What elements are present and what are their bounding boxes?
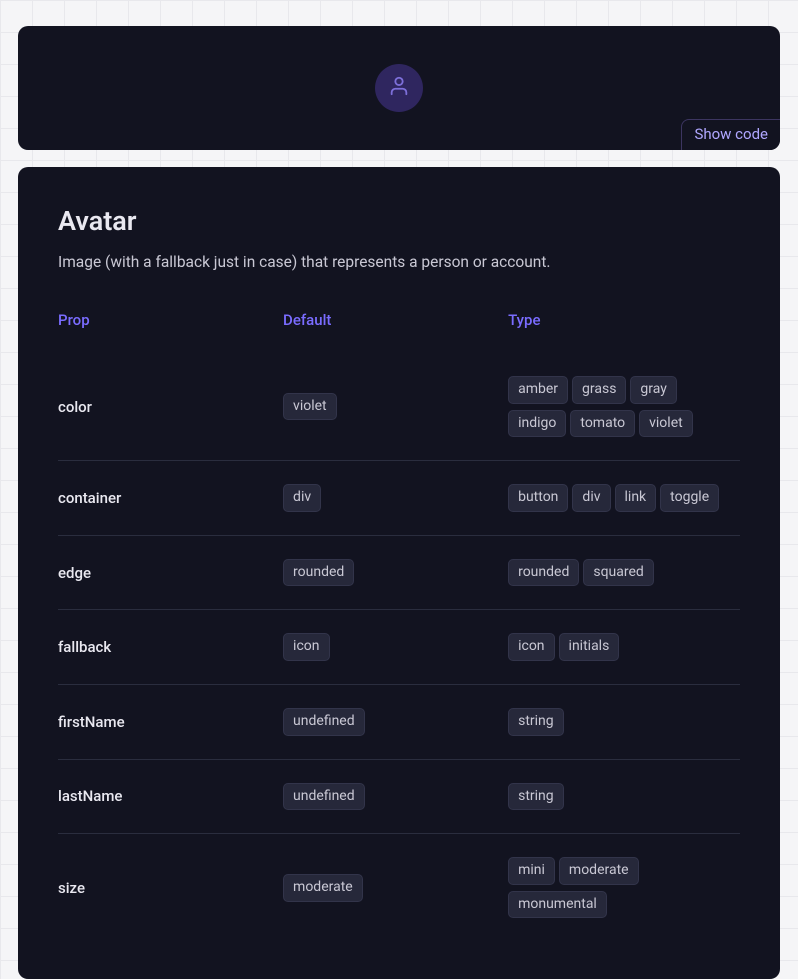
prop-name-cell: container bbox=[58, 461, 283, 536]
type-pill: rounded bbox=[508, 559, 579, 587]
type-pill: amber bbox=[508, 376, 568, 404]
header-type: Type bbox=[508, 307, 740, 353]
type-pill: icon bbox=[508, 633, 554, 661]
type-pill: indigo bbox=[508, 410, 566, 438]
default-pill: undefined bbox=[283, 708, 365, 736]
table-row: firstNameundefined string bbox=[58, 684, 740, 759]
table-row: edgeroundedroundedsquared bbox=[58, 535, 740, 610]
avatar-demo-panel: Show code bbox=[18, 26, 780, 150]
type-pill: squared bbox=[583, 559, 653, 587]
table-row: fallbackiconiconinitials bbox=[58, 610, 740, 685]
type-pill: string bbox=[508, 708, 564, 736]
header-default: Default bbox=[283, 307, 508, 353]
default-pill: violet bbox=[283, 393, 337, 421]
type-pill: tomato bbox=[570, 410, 635, 438]
prop-name-cell: edge bbox=[58, 535, 283, 610]
type-pill: violet bbox=[639, 410, 693, 438]
prop-type-cell: iconinitials bbox=[508, 610, 740, 685]
type-pill: initials bbox=[559, 633, 620, 661]
prop-name-cell: size bbox=[58, 834, 283, 942]
default-pill: div bbox=[283, 484, 321, 512]
header-prop: Prop bbox=[58, 307, 283, 353]
page-title: Avatar bbox=[58, 205, 740, 237]
type-pill: link bbox=[615, 484, 657, 512]
type-pill: div bbox=[572, 484, 610, 512]
prop-name-cell: firstName bbox=[58, 684, 283, 759]
prop-name-cell: color bbox=[58, 353, 283, 461]
prop-type-cell: string bbox=[508, 759, 740, 834]
prop-default-cell: icon bbox=[283, 610, 508, 685]
user-icon bbox=[388, 75, 410, 101]
type-pill: string bbox=[508, 783, 564, 811]
props-table: Prop Default Type colorvioletambergrassg… bbox=[58, 307, 740, 941]
default-pill: icon bbox=[283, 633, 329, 661]
prop-name-cell: lastName bbox=[58, 759, 283, 834]
table-row: containerdivbuttondivlinktoggle bbox=[58, 461, 740, 536]
prop-type-cell: roundedsquared bbox=[508, 535, 740, 610]
doc-panel: Avatar Image (with a fallback just in ca… bbox=[18, 167, 780, 979]
table-row: colorvioletambergrassgrayindigotomatovio… bbox=[58, 353, 740, 461]
default-pill: undefined bbox=[283, 783, 365, 811]
prop-default-cell: moderate bbox=[283, 834, 508, 942]
prop-default-cell: violet bbox=[283, 353, 508, 461]
prop-type-cell: ambergrassgray indigotomatoviolet bbox=[508, 353, 740, 461]
type-pill: mini bbox=[508, 857, 555, 885]
page-description: Image (with a fallback just in case) tha… bbox=[58, 253, 740, 271]
default-pill: moderate bbox=[283, 874, 363, 902]
type-pill: monumental bbox=[508, 891, 607, 919]
default-pill: rounded bbox=[283, 559, 354, 587]
prop-default-cell: undefined bbox=[283, 684, 508, 759]
table-row: lastNameundefined string bbox=[58, 759, 740, 834]
prop-default-cell: undefined bbox=[283, 759, 508, 834]
prop-name-cell: fallback bbox=[58, 610, 283, 685]
prop-type-cell: string bbox=[508, 684, 740, 759]
type-pill: grass bbox=[572, 376, 626, 404]
table-row: sizemoderateminimoderatemonumental bbox=[58, 834, 740, 942]
prop-default-cell: rounded bbox=[283, 535, 508, 610]
prop-type-cell: buttondivlinktoggle bbox=[508, 461, 740, 536]
avatar-preview bbox=[375, 64, 423, 112]
type-pill: moderate bbox=[559, 857, 639, 885]
type-pill: button bbox=[508, 484, 568, 512]
type-pill: toggle bbox=[660, 484, 719, 512]
prop-default-cell: div bbox=[283, 461, 508, 536]
type-pill: gray bbox=[630, 376, 676, 404]
prop-type-cell: minimoderate monumental bbox=[508, 834, 740, 942]
show-code-button[interactable]: Show code bbox=[681, 119, 780, 150]
